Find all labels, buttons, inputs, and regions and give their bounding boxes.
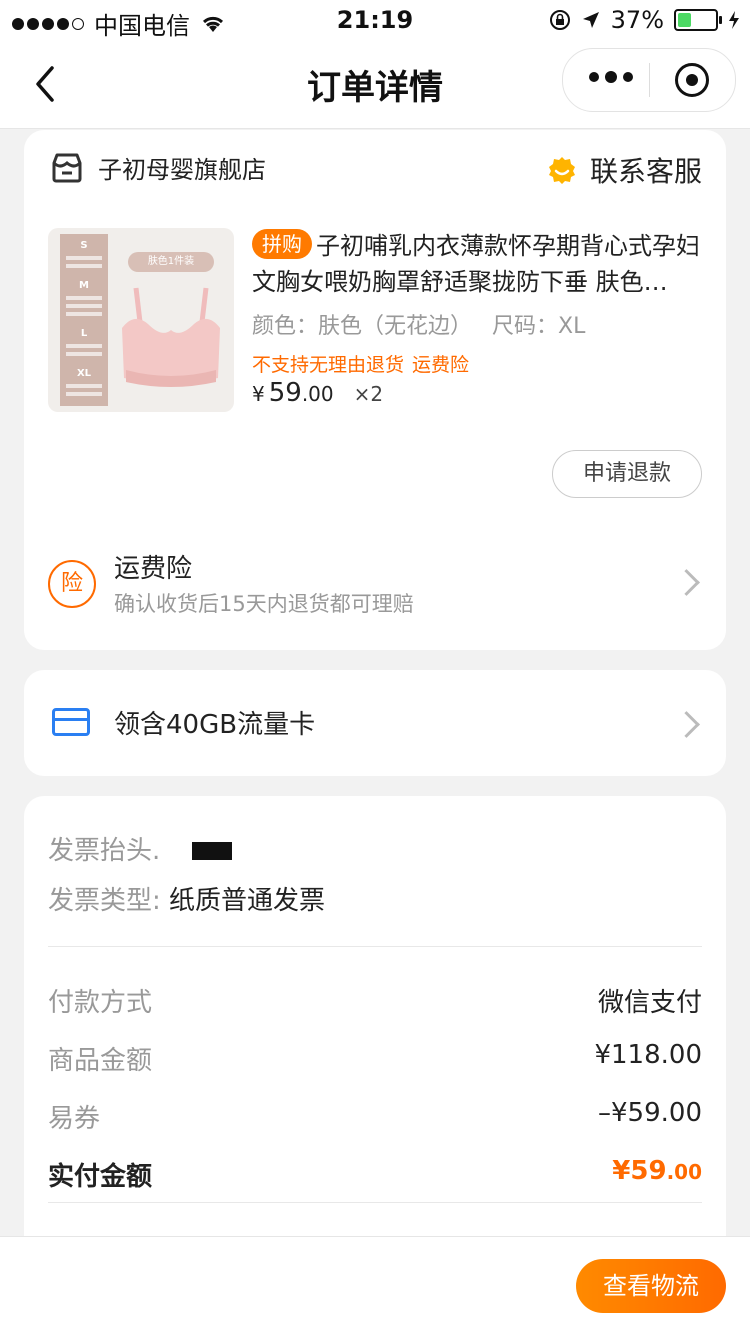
size-label: S [80, 240, 88, 251]
invoice-type-value: 纸质普通发票 [169, 886, 326, 916]
divider [48, 1202, 702, 1203]
price-decimal: .00 [301, 382, 334, 406]
refund-button[interactable]: 申请退款 [552, 450, 702, 498]
service-label: 联系客服 [589, 155, 702, 188]
chevron-right-icon [673, 711, 700, 738]
bottom-action-bar: 查看物流 [0, 1236, 750, 1335]
no-return-notice: 不支持无理由退货 [252, 354, 405, 376]
customer-service-icon [548, 157, 575, 184]
store-icon [52, 153, 82, 182]
battery-percent: 37% [610, 6, 664, 34]
paid-amount-label: 实付金额 [48, 1162, 153, 1192]
chevron-right-icon [673, 569, 700, 596]
close-target-icon[interactable] [675, 63, 709, 97]
invoice-type-row: 发票类型: 纸质普通发票 [48, 880, 325, 917]
insurance-icon: 险 [48, 560, 96, 608]
group-buy-badge: 拼购 [252, 229, 312, 259]
coupon-value: –¥59.00 [598, 1098, 702, 1128]
contact-service-button[interactable]: 联系客服 [546, 150, 702, 190]
nav-bar: 订单详情 [0, 40, 750, 129]
status-bar: 中国电信 21:19 37% [0, 0, 750, 40]
mini-program-capsule [562, 48, 736, 112]
product-title-text: 子初哺乳内衣薄款怀孕期背心式孕妇文胸女喂奶胸罩舒适聚拢防下垂 肤色… [252, 232, 700, 296]
more-icon[interactable] [589, 71, 633, 83]
paid-amount-value: ¥59.00 [612, 1156, 702, 1186]
currency-symbol: ¥ [252, 382, 265, 406]
paid-integer: ¥59 [612, 1156, 667, 1186]
order-product-card: 子初母婴旗舰店 联系客服 S M L XL 肤色1件装 拼购 子初哺乳内衣薄款怀孕… [24, 130, 726, 650]
card-icon [52, 708, 90, 736]
size-chart: S M L XL [60, 234, 108, 406]
goods-amount-value: ¥118.00 [594, 1040, 702, 1070]
bra-illustration [122, 287, 220, 387]
insurance-subtitle: 确认收货后15天内退货都可理赔 [114, 592, 414, 616]
capsule-divider [649, 63, 650, 97]
invoice-title-label: 发票抬头. [48, 836, 161, 866]
store-header[interactable]: 子初母婴旗舰店 [50, 150, 266, 185]
insurance-tag: 运费险 [412, 354, 470, 376]
size-label: M [79, 280, 89, 291]
product-title[interactable]: 拼购 子初哺乳内衣薄款怀孕期背心式孕妇文胸女喂奶胸罩舒适聚拢防下垂 肤色… [252, 228, 702, 300]
image-tag: 肤色1件装 [128, 252, 214, 272]
invoice-type-label: 发票类型: [48, 886, 161, 916]
rotation-lock-icon [549, 10, 570, 30]
size-label: L [80, 328, 88, 339]
product-color: 颜色：肤色（无花边） [252, 314, 473, 339]
payment-card: 发票抬头. 发票类型: 纸质普通发票 付款方式 微信支付 商品金额 ¥118.0… [24, 796, 726, 1256]
location-icon [582, 12, 599, 28]
divider [48, 946, 702, 947]
charging-icon [729, 11, 739, 29]
battery-icon [674, 9, 722, 31]
price-integer: 59 [268, 378, 302, 408]
data-card-text: 领含40GB流量卡 [114, 710, 316, 740]
payment-method-value: 微信支付 [597, 988, 702, 1018]
product-price: ¥ 59 .00 ×2 [252, 378, 383, 408]
view-logistics-button[interactable]: 查看物流 [576, 1259, 726, 1313]
redacted-block [192, 842, 233, 860]
goods-amount-label: 商品金额 [48, 1046, 153, 1076]
product-spec: 颜色：肤色（无花边） 尺码：XL [252, 308, 585, 340]
product-notice: 不支持无理由退货 运费险 [252, 350, 469, 377]
product-quantity: ×2 [353, 382, 384, 406]
status-right: 37% [549, 6, 740, 34]
store-name: 子初母婴旗舰店 [98, 156, 266, 184]
paid-decimal: .00 [666, 1160, 702, 1184]
product-size: 尺码：XL [492, 314, 586, 339]
product-image[interactable]: S M L XL 肤色1件装 [48, 228, 234, 412]
data-card-row[interactable]: 领含40GB流量卡 [24, 670, 726, 776]
insurance-title: 运费险 [114, 554, 193, 584]
coupon-label: 易券 [48, 1104, 101, 1134]
payment-method-label: 付款方式 [48, 988, 153, 1018]
invoice-title-row: 发票抬头. [48, 830, 233, 867]
size-label: XL [76, 368, 92, 379]
